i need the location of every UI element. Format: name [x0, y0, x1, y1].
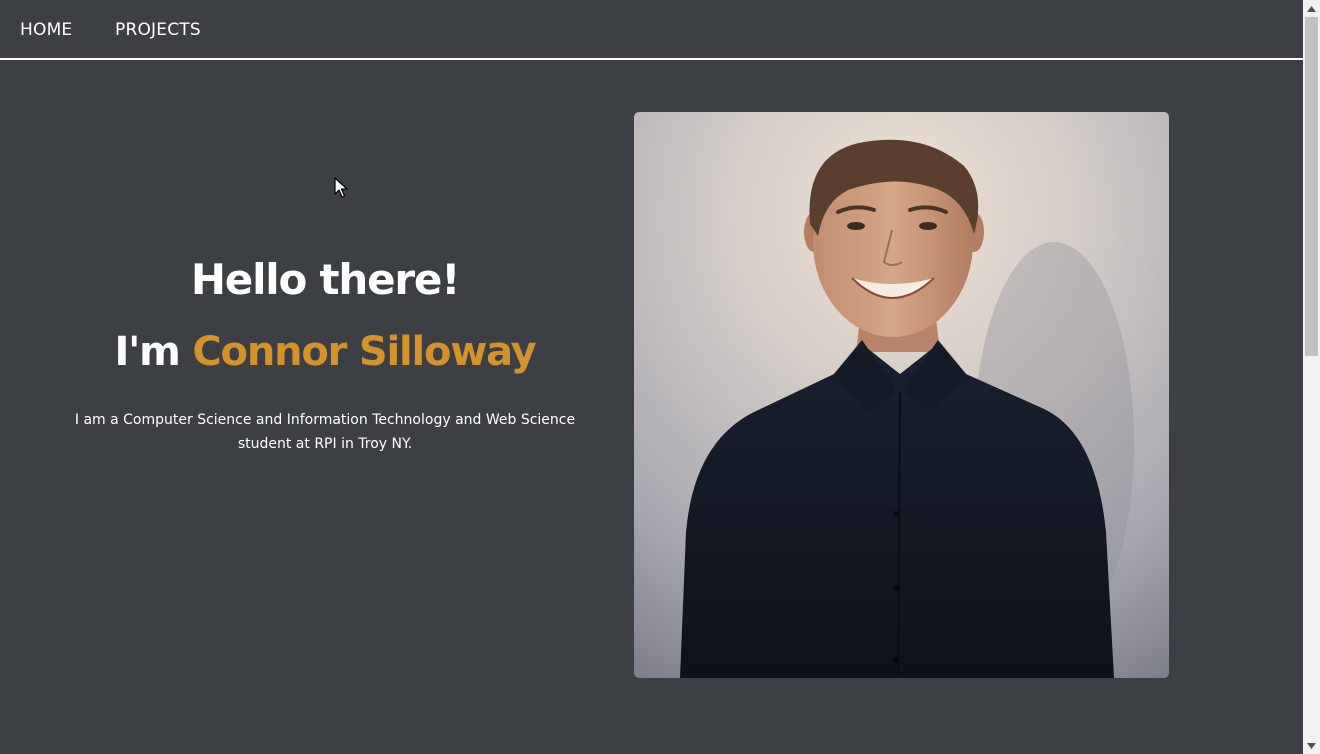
hero-intro-prefix: I'm [114, 329, 193, 375]
hero-section: Hello there! I'm Connor Silloway I am a … [40, 250, 610, 456]
hero-name: Connor Silloway [192, 329, 536, 375]
nav-projects-link[interactable]: PROJECTS [115, 20, 201, 40]
navbar: HOME PROJECTS [0, 0, 1304, 60]
mouse-pointer-icon [334, 177, 348, 199]
scroll-down-arrow-icon[interactable] [1303, 737, 1320, 754]
nav-home-link[interactable]: HOME [20, 20, 72, 40]
scroll-up-arrow-icon[interactable] [1303, 0, 1320, 17]
hero-bio: I am a Computer Science and Information … [74, 412, 576, 452]
portrait-photo [634, 112, 1169, 678]
hero-greeting: Hello there! [190, 255, 461, 304]
hero-intro: I'm Connor Silloway [40, 324, 610, 380]
scrollbar-thumb[interactable] [1305, 17, 1318, 356]
page-scrollbar[interactable] [1303, 0, 1320, 754]
